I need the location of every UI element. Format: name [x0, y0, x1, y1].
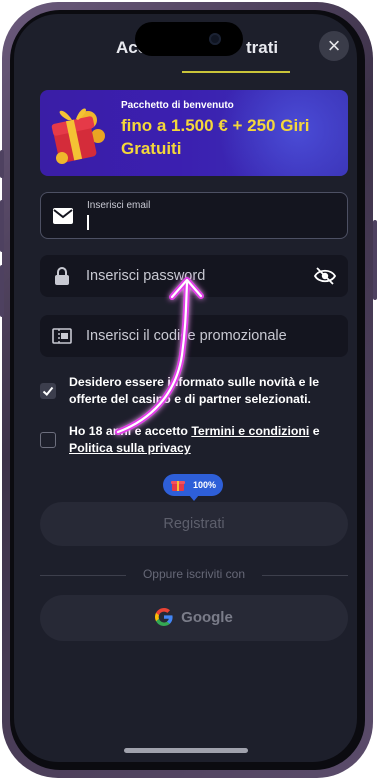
side-button: [0, 150, 4, 178]
divider-text: Oppure iscriviti con: [142, 567, 246, 581]
promo-placeholder: Inserisci il codice promozionale: [86, 328, 287, 344]
age-terms-text: Ho 18 anni e accetto Termini e condizion…: [69, 423, 349, 457]
lock-icon: [55, 267, 69, 285]
eye-off-icon[interactable]: [314, 267, 336, 285]
banner-title: Pacchetto di benvenuto: [121, 100, 234, 111]
promo-code-field[interactable]: Inserisci il codice promozionale: [40, 315, 348, 357]
strength-badge: 100%: [163, 474, 223, 501]
age-terms-checkbox[interactable]: [40, 432, 56, 448]
tab-register[interactable]: trati: [246, 38, 278, 58]
marketing-checkbox[interactable]: [40, 383, 56, 399]
terms-link[interactable]: Termini e condizioni: [191, 424, 309, 438]
email-field[interactable]: Inserisci email: [40, 192, 348, 239]
divider: Oppure iscriviti con: [40, 567, 348, 581]
close-button[interactable]: ×: [319, 31, 349, 61]
privacy-link[interactable]: Politica sulla privacy: [69, 441, 191, 455]
gift-icon: [51, 108, 105, 164]
welcome-banner[interactable]: Pacchetto di benvenuto fino a 1.500 € + …: [40, 90, 348, 176]
google-icon: [155, 607, 173, 626]
banner-offer-line1: fino a 1.500 € + 250 Giri: [121, 116, 310, 135]
home-indicator: [124, 748, 248, 753]
checkmark-icon: [42, 386, 54, 396]
google-label: Google: [181, 609, 233, 626]
register-button[interactable]: Registrati: [40, 502, 348, 546]
active-tab-indicator: [182, 71, 290, 73]
banner-offer-line2: Gratuiti: [121, 139, 182, 158]
app-screen: Acc trati × Pacchetto di benvenuto fino …: [14, 14, 357, 762]
age-terms-prefix: Ho 18 anni e accetto: [69, 424, 192, 438]
password-field[interactable]: Inserisci password: [40, 255, 348, 297]
marketing-consent-text: Desidero essere informato sulle novità e…: [69, 375, 320, 406]
text-caret: [87, 215, 89, 230]
dynamic-island: [135, 22, 243, 56]
gift-icon: [171, 481, 185, 491]
side-button: [0, 200, 4, 252]
divider-line: [262, 575, 348, 576]
strength-badge-value: 100%: [192, 480, 216, 490]
password-placeholder: Inserisci password: [86, 268, 206, 284]
mail-icon: [53, 207, 73, 224]
camera-icon: [209, 33, 221, 45]
google-signin-button[interactable]: Google: [40, 595, 348, 641]
side-button: [373, 220, 377, 300]
email-label: Inserisci email: [87, 200, 151, 211]
side-button: [0, 265, 4, 317]
ticket-icon: [52, 328, 72, 344]
age-terms-and: e: [309, 424, 320, 438]
